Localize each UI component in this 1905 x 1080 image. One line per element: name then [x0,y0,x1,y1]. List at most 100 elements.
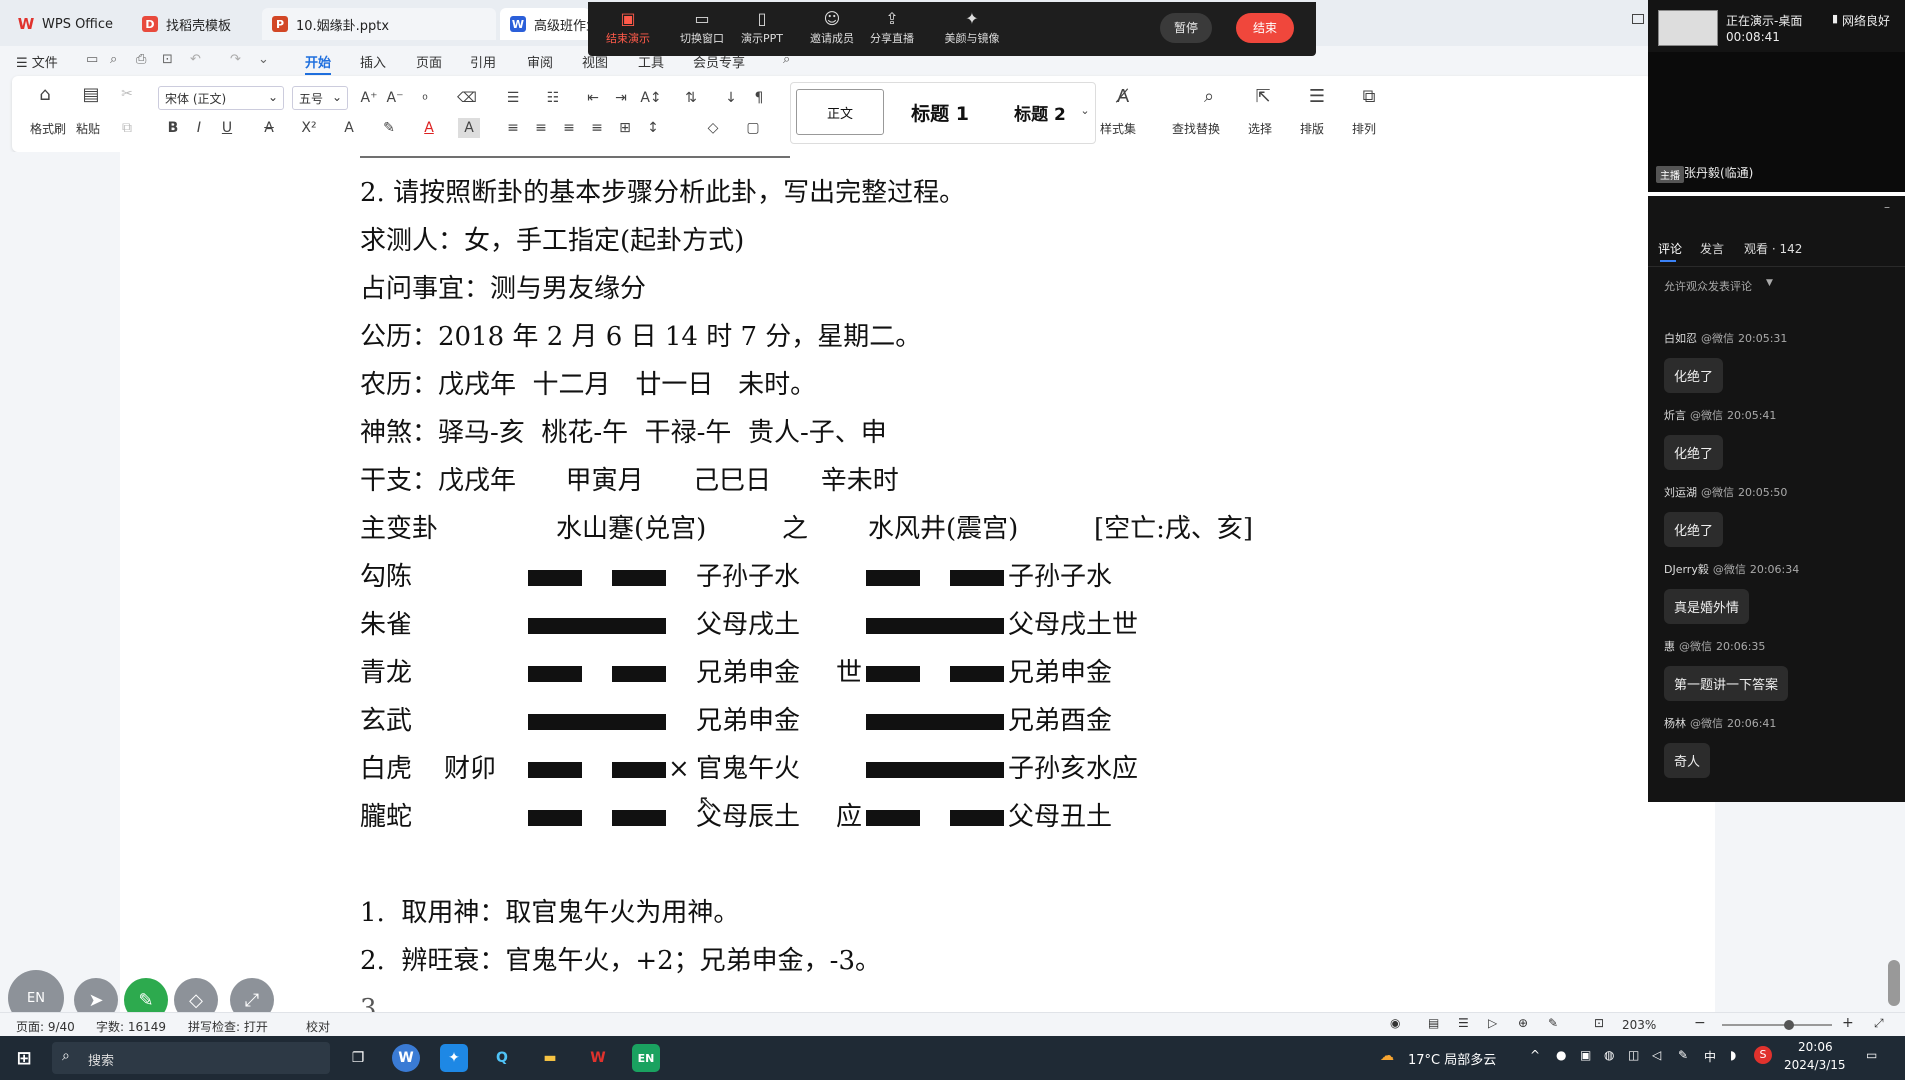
find-icon[interactable]: ⌕ [1198,86,1220,107]
file-explorer-icon[interactable]: ▬ [536,1044,564,1072]
fit-page-icon[interactable]: ⊡ [1594,1016,1604,1030]
format-painter-label[interactable]: 格式刷 [30,120,66,137]
volume-icon[interactable]: ◁ [1652,1048,1661,1062]
strikethrough-icon[interactable]: A [258,118,280,138]
notification-icon[interactable]: ▭ [1866,1048,1877,1062]
save-icon[interactable]: ▭ [86,52,98,67]
tab-homework[interactable]: W 高级班作业 [500,8,590,40]
align-center-icon[interactable]: ≡ [530,118,552,138]
char-shading-icon[interactable]: A [458,118,480,138]
page-view-icon[interactable]: ▤ [1428,1016,1439,1030]
proofread-button[interactable]: 校对 [306,1018,330,1035]
app-browser-icon[interactable]: Q [488,1044,516,1072]
shrink-font-icon[interactable]: A⁻ [384,88,406,108]
document-page[interactable]: 2. 请按照断卦的基本步骤分析此卦，写出完整过程。 求测人：女，手工指定(起卦方… [120,152,1715,1012]
borders-icon[interactable]: ▢ [742,118,764,138]
style-set-icon[interactable]: A̸ [1112,86,1134,107]
increase-indent-icon[interactable]: ⇥ [610,88,632,108]
taskbar-search-box[interactable]: ⌕ 搜索 [52,1042,330,1074]
align-left-icon[interactable]: ≡ [502,118,524,138]
eye-protect-icon[interactable]: ◉ [1390,1016,1400,1030]
layout-icon[interactable]: ☰ [1306,86,1328,107]
zoom-in-icon[interactable]: + [1842,1015,1854,1031]
zoom-slider-handle[interactable] [1784,1020,1794,1030]
web-view-icon[interactable]: ⊕ [1518,1016,1528,1030]
tray-chevron-icon[interactable]: ^ [1530,1048,1540,1062]
clock-date[interactable]: 2024/3/15 [1784,1058,1846,1072]
outline-view-icon[interactable]: ☰ [1458,1016,1469,1030]
ime-language[interactable]: 中 [1704,1048,1716,1065]
print-icon[interactable]: ⎙ [136,52,146,67]
tab-insert[interactable]: 插入 [360,52,386,71]
share-live-button[interactable]: ⇪ 分享直播 [852,8,932,46]
beauty-button[interactable]: ✦ 美颜与镜像 [932,8,1012,46]
tab-home[interactable]: 开始 [305,52,332,75]
tab-page[interactable]: 页面 [416,52,442,71]
scrollbar-thumb[interactable] [1888,960,1900,1006]
task-view-icon[interactable]: ❐ [344,1044,372,1072]
tray-icon-2[interactable]: ◍ [1604,1048,1614,1062]
justify-icon[interactable]: ≡ [586,118,608,138]
arrange-label[interactable]: 排列 [1352,120,1376,137]
fullscreen-icon[interactable]: ⤢ [1874,1016,1884,1031]
file-menu[interactable]: ☰ 文件 [16,52,58,71]
layout-label[interactable]: 排版 [1300,120,1324,137]
end-demo-button[interactable]: ▣ 结束演示 [588,8,668,46]
line-spacing-icon[interactable]: ↕ [642,118,664,138]
sort-icon[interactable]: ⇅ [680,88,702,108]
tray-icon-1[interactable]: ▣ [1580,1048,1591,1062]
bullet-list-icon[interactable]: ☰ [502,88,524,108]
app-w-icon[interactable]: W [392,1044,420,1072]
highlight-icon[interactable]: ✎ [378,118,400,138]
pen-tray-icon[interactable]: ✎ [1678,1048,1688,1062]
minimize-icon[interactable]: – [1884,200,1890,214]
paste-label[interactable]: 粘贴 [76,120,100,137]
windows-start-icon[interactable]: ⊞ [10,1044,38,1072]
weather-text[interactable]: 17°C 局部多云 [1408,1049,1496,1068]
numbered-list-icon[interactable]: ☷ [542,88,564,108]
pause-button[interactable]: 暂停 [1160,13,1212,43]
font-size-select[interactable]: 五号 ⌄ [292,86,348,110]
tab-pptx[interactable]: P 10.姻缘卦.pptx [262,8,496,40]
arrange-icon[interactable]: ⧉ [1358,86,1380,107]
select-label[interactable]: 选择 [1248,120,1272,137]
zoom-slider[interactable] [1722,1024,1832,1026]
tab-references[interactable]: 引用 [470,52,496,71]
find-replace-label[interactable]: 查找替换 [1172,120,1220,137]
cut-icon[interactable]: ✂ [116,84,138,104]
end-meeting-button[interactable]: 结束 [1236,13,1294,43]
clear-format-icon[interactable]: ⌫ [456,88,478,108]
window-restore-icon[interactable] [1632,14,1644,24]
show-marks-icon[interactable]: ¶ [748,88,770,108]
style-expand-icon[interactable]: ⌄ [1074,100,1096,120]
font-color-icon[interactable]: A [418,118,440,138]
shading-icon[interactable]: ◇ [702,118,724,138]
decrease-indent-icon[interactable]: ⇤ [582,88,604,108]
phonetic-icon[interactable]: ͦ [414,88,436,108]
edit-pen-icon[interactable]: ✎ [1548,1016,1558,1030]
word-count[interactable]: 字数: 16149 [96,1018,166,1035]
redo-icon[interactable]: ↷ [230,52,241,67]
text-direction-icon[interactable]: A↕ [640,88,662,108]
more-chevron-icon[interactable]: ⌄ [258,52,269,67]
italic-icon[interactable]: I [188,118,210,138]
tab-review[interactable]: 审阅 [527,52,553,71]
tab-watch[interactable]: 观看 · 142 [1744,240,1802,257]
demo-ppt-button[interactable]: ▯ 演示PPT [722,8,802,46]
text-effect-icon[interactable]: A [338,118,360,138]
zoom-out-icon[interactable]: − [1694,1015,1706,1031]
dropdown-arrow-icon[interactable]: ▼ [1766,278,1773,288]
tab-wps-office[interactable]: W WPS Office [8,8,132,40]
export-icon[interactable]: ⌕ [110,52,117,67]
format-painter-icon[interactable]: ⌂ [34,84,56,105]
ime-en-taskbar-icon[interactable]: EN [632,1044,660,1072]
sort-az-icon[interactable]: ↓ [720,88,742,108]
allow-comments-toggle[interactable]: 允许观众发表评论 [1664,278,1752,294]
ime-mode-icon[interactable]: ◗ [1730,1048,1736,1062]
grow-font-icon[interactable]: A⁺ [358,88,380,108]
page-indicator[interactable]: 页面: 9/40 [16,1018,75,1035]
spell-check-toggle[interactable]: 拼写检查: 打开 [188,1018,268,1035]
style-heading-1[interactable]: 标题 1 [892,89,988,135]
tab-comments[interactable]: 评论 [1658,240,1682,257]
sogou-icon[interactable]: S [1754,1046,1772,1064]
